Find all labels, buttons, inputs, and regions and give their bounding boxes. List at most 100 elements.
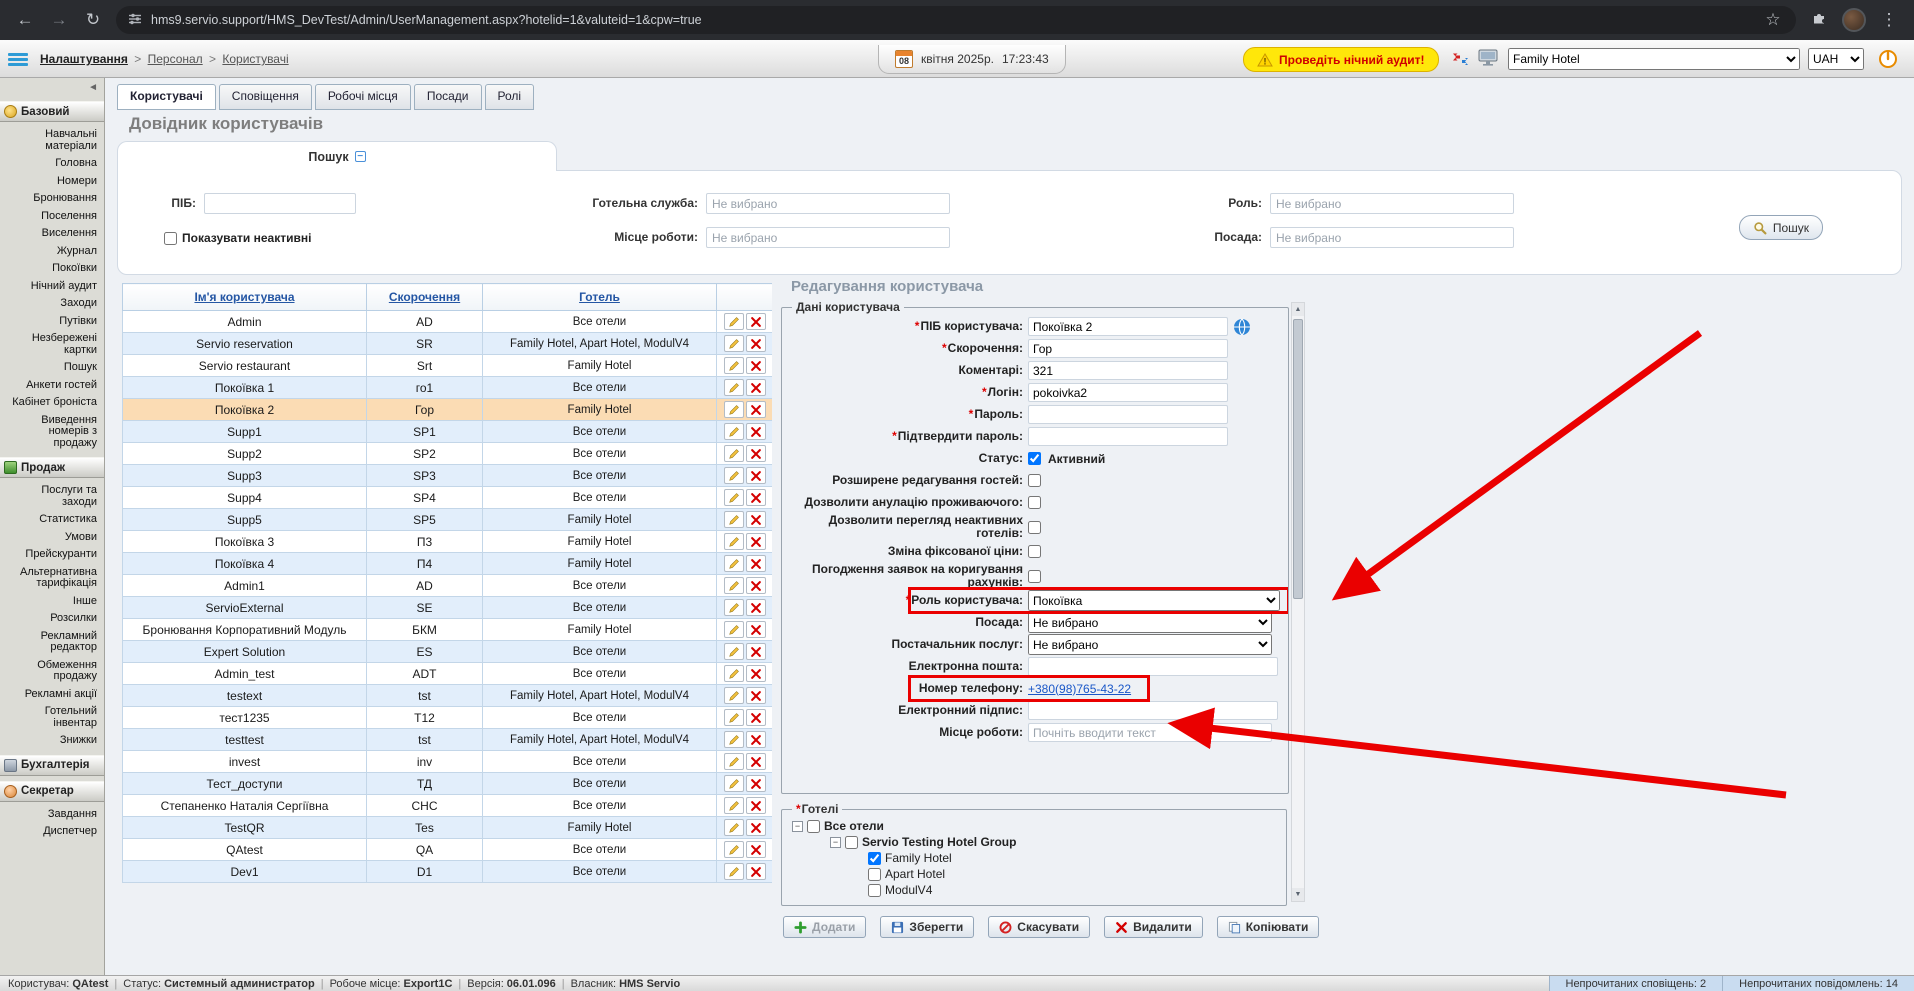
column-hotel[interactable]: Готель — [483, 284, 717, 311]
sidebar-item[interactable]: Заходи — [0, 295, 104, 313]
translate-globe-icon[interactable] — [1233, 318, 1251, 336]
cell-username[interactable]: Покоївка 3 — [123, 531, 367, 553]
cell-username[interactable]: Servio reservation — [123, 333, 367, 355]
cell-username[interactable]: Admin1 — [123, 575, 367, 597]
delete-row-button[interactable] — [746, 423, 766, 440]
collapse-search-icon[interactable]: − — [355, 151, 366, 162]
cell-username[interactable]: тест1235 — [123, 707, 367, 729]
sidebar-item[interactable]: Виведення номерів з продажу — [0, 412, 104, 453]
cell-username[interactable]: testext — [123, 685, 367, 707]
edit-row-button[interactable] — [724, 511, 744, 528]
delete-row-button[interactable] — [746, 379, 766, 396]
edit-row-button[interactable] — [724, 313, 744, 330]
sidebar-item[interactable]: Умови — [0, 529, 104, 547]
filter-position-input[interactable] — [1270, 227, 1514, 248]
delete-row-button[interactable] — [746, 863, 766, 880]
sidebar-item[interactable]: Поселення — [0, 208, 104, 226]
edit-row-button[interactable] — [724, 445, 744, 462]
delete-row-button[interactable] — [746, 357, 766, 374]
cell-username[interactable]: testtest — [123, 729, 367, 751]
tree-expander-icon[interactable]: − — [792, 821, 803, 832]
delete-row-button[interactable] — [746, 687, 766, 704]
sidebar-item[interactable]: Диспетчер — [0, 823, 104, 841]
delete-row-button[interactable] — [746, 401, 766, 418]
profile-avatar[interactable] — [1842, 8, 1866, 32]
sidebar-item[interactable]: Готельний інвентар — [0, 703, 104, 732]
table-row[interactable]: Покоївка 3П3Family Hotel — [123, 531, 773, 553]
invoice-adjustment-approval-checkbox[interactable] — [1028, 570, 1041, 583]
edit-row-button[interactable] — [724, 467, 744, 484]
cell-username[interactable]: Supp4 — [123, 487, 367, 509]
edit-row-button[interactable] — [724, 775, 744, 792]
editor-scrollbar[interactable]: ▲ ▼ — [1291, 302, 1305, 902]
active-checkbox[interactable] — [1028, 452, 1041, 465]
table-row[interactable]: QAtestQAВсе отели — [123, 839, 773, 861]
sidebar-item[interactable]: Покоївки — [0, 260, 104, 278]
confirm-password-field[interactable] — [1028, 427, 1228, 446]
Зберегти-button[interactable]: Зберегти — [880, 916, 974, 938]
site-info-icon[interactable] — [128, 12, 142, 29]
cell-username[interactable]: TestQR — [123, 817, 367, 839]
cell-username[interactable]: Supp1 — [123, 421, 367, 443]
edit-row-button[interactable] — [724, 423, 744, 440]
delete-row-button[interactable] — [746, 709, 766, 726]
show-inactive-checkbox[interactable] — [164, 232, 177, 245]
delete-row-button[interactable] — [746, 313, 766, 330]
edit-row-button[interactable] — [724, 357, 744, 374]
cell-username[interactable]: Покоївка 4 — [123, 553, 367, 575]
sidebar-group-Секретар[interactable]: Секретар — [0, 781, 104, 802]
edit-row-button[interactable] — [724, 643, 744, 660]
cell-username[interactable]: Servio restaurant — [123, 355, 367, 377]
filter-pib-input[interactable] — [204, 193, 356, 214]
hotel-select[interactable]: Family Hotel — [1508, 48, 1800, 70]
browser-menu-icon[interactable]: ⋮ — [1878, 10, 1900, 30]
column-abbreviation[interactable]: Скорочення — [367, 284, 483, 311]
table-row[interactable]: Supp3SP3Все отели — [123, 465, 773, 487]
edit-row-button[interactable] — [724, 489, 744, 506]
tree-expander-icon[interactable]: − — [830, 837, 841, 848]
cell-username[interactable]: QAtest — [123, 839, 367, 861]
sidebar-item[interactable]: Головна — [0, 155, 104, 173]
edit-row-button[interactable] — [724, 841, 744, 858]
forward-button[interactable]: → — [48, 10, 70, 30]
cell-username[interactable]: ServioExternal — [123, 597, 367, 619]
table-row[interactable]: investinvВсе отели — [123, 751, 773, 773]
table-row[interactable]: Тест_доступиТДВсе отели — [123, 773, 773, 795]
allow-guest-annul-checkbox[interactable] — [1028, 496, 1041, 509]
tree-checkbox[interactable] — [868, 852, 881, 865]
sidebar-item[interactable]: Послуги та заходи — [0, 482, 104, 511]
show-inactive-option[interactable]: Показувати неактивні — [164, 231, 311, 245]
sidebar-item[interactable]: Нічний аудит — [0, 278, 104, 296]
table-row[interactable]: Степаненко Наталія СергіївнаСНСВсе отели — [123, 795, 773, 817]
abbreviation-field[interactable] — [1028, 339, 1228, 358]
signature-field[interactable] — [1028, 701, 1278, 720]
edit-row-button[interactable] — [724, 335, 744, 352]
sidebar-group-Бухгалтерія[interactable]: Бухгалтерія — [0, 755, 104, 776]
hamburger-menu-icon[interactable] — [8, 51, 28, 68]
delete-row-button[interactable] — [746, 775, 766, 792]
delete-row-button[interactable] — [746, 731, 766, 748]
Додати-button[interactable]: Додати — [783, 916, 866, 938]
delete-row-button[interactable] — [746, 335, 766, 352]
search-section-tab[interactable]: Пошук − — [117, 141, 557, 171]
breadcrumb-item[interactable]: Персонал — [148, 52, 203, 66]
fullname-field[interactable] — [1028, 317, 1228, 336]
tree-checkbox[interactable] — [845, 836, 858, 849]
breadcrumb-root[interactable]: Налаштування — [40, 52, 128, 66]
table-row[interactable]: Supp1SP1Все отели — [123, 421, 773, 443]
edit-row-button[interactable] — [724, 665, 744, 682]
extensions-icon[interactable] — [1808, 10, 1830, 31]
table-row[interactable]: Покоївка 1го1Все отели — [123, 377, 773, 399]
cell-username[interactable]: Степаненко Наталія Сергіївна — [123, 795, 367, 817]
night-audit-warning[interactable]: ! Проведіть нічний аудит! — [1243, 47, 1439, 72]
Скасувати-button[interactable]: Скасувати — [988, 916, 1090, 938]
phone-link[interactable]: +380(98)765-43-22 — [1028, 682, 1131, 696]
scrollbar-thumb[interactable] — [1293, 319, 1303, 599]
scroll-down-icon[interactable]: ▼ — [1292, 888, 1304, 901]
table-row[interactable]: Servio restaurantSrtFamily Hotel — [123, 355, 773, 377]
cell-username[interactable]: Dev1 — [123, 861, 367, 883]
sidebar-item[interactable]: Статистика — [0, 511, 104, 529]
tab-Ролі[interactable]: Ролі — [485, 84, 535, 110]
comments-field[interactable] — [1028, 361, 1228, 380]
table-row[interactable]: Бронювання Корпоративний МодульБКМFamily… — [123, 619, 773, 641]
